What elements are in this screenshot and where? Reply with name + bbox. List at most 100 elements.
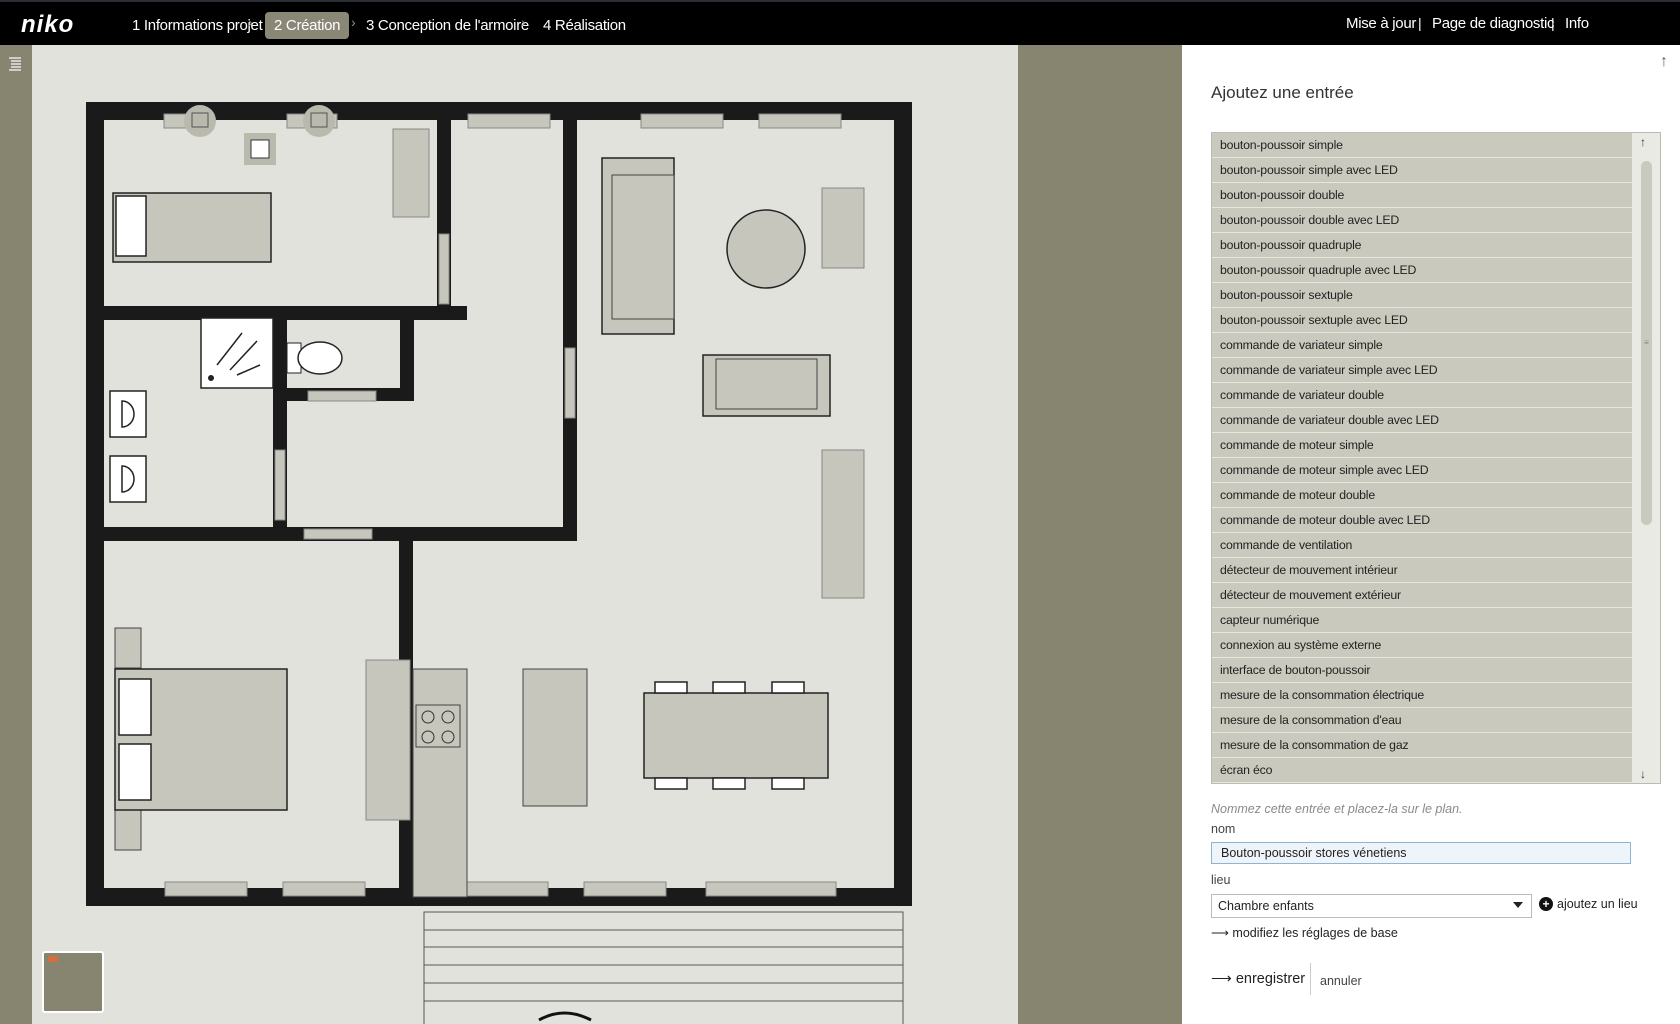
list-item[interactable]: bouton-poussoir quadruple <box>1212 233 1633 258</box>
list-item[interactable]: détecteur de mouvement extérieur <box>1212 583 1633 608</box>
add-place-button[interactable]: + ajoutez un lieu <box>1539 897 1638 911</box>
device-marker <box>250 139 270 159</box>
arrow-up-icon[interactable]: ↑ <box>1660 53 1668 71</box>
list-item[interactable]: bouton-poussoir double <box>1212 183 1633 208</box>
list-item[interactable]: commande de moteur double <box>1212 483 1633 508</box>
round-table <box>726 209 806 289</box>
step-creation[interactable]: 2 Création <box>265 12 350 39</box>
divider <box>1310 963 1311 995</box>
cooktop <box>415 704 461 748</box>
list-menu-icon[interactable] <box>7 55 23 71</box>
list-item[interactable]: mesure de la consommation d'eau <box>1212 708 1633 733</box>
panel-title: Ajoutez une entrée <box>1211 83 1354 102</box>
wardrobe <box>392 128 430 218</box>
kitchen-island <box>522 668 588 807</box>
step-realisation[interactable]: 4 Réalisation <box>534 12 635 39</box>
floor-plan-canvas[interactable] <box>32 45 1018 1024</box>
window <box>821 449 865 599</box>
scroll-down-icon[interactable]: ↓ <box>1640 767 1646 781</box>
place-select[interactable]: Chambre enfants <box>1211 894 1532 918</box>
chevron-right-icon: › <box>248 14 253 30</box>
wardrobe <box>365 659 411 821</box>
dining-table <box>643 692 829 779</box>
window <box>583 881 667 897</box>
caret-down-icon <box>1513 902 1523 908</box>
list-item[interactable]: écran éco <box>1212 758 1633 783</box>
counter <box>412 668 468 898</box>
list-item[interactable]: commande de ventilation <box>1212 533 1633 558</box>
nightstand <box>114 627 142 669</box>
left-toolbar <box>0 45 32 1024</box>
door <box>564 347 576 419</box>
add-place-label: ajoutez un lieu <box>1557 897 1638 911</box>
blind-icon <box>184 105 216 137</box>
chevron-right-icon: › <box>521 14 526 30</box>
floor-plan[interactable] <box>32 45 1018 1024</box>
info-link[interactable]: Info <box>1565 15 1589 32</box>
blind-icon <box>303 105 335 137</box>
list-item[interactable]: bouton-poussoir sextuple avec LED <box>1212 308 1633 333</box>
add-input-panel: ↑ Ajoutez une entrée bouton-poussoir sim… <box>1182 45 1680 1024</box>
sofa-seat <box>611 174 675 320</box>
list-item[interactable]: commande de variateur double avec LED <box>1212 408 1633 433</box>
pillow <box>115 195 147 257</box>
list-item[interactable]: bouton-poussoir double avec LED <box>1212 208 1633 233</box>
window <box>465 881 549 897</box>
separator: | <box>1418 15 1422 31</box>
window <box>705 881 837 897</box>
place-label: lieu <box>1211 873 1231 887</box>
interior-wall <box>563 111 577 541</box>
input-type-list[interactable]: bouton-poussoir simple bouton-poussoir si… <box>1211 132 1661 784</box>
plus-circle-icon: + <box>1539 897 1553 911</box>
name-input[interactable] <box>1211 842 1631 864</box>
window <box>758 113 842 129</box>
list-item[interactable]: commande de variateur double <box>1212 383 1633 408</box>
list-item[interactable]: connexion au système externe <box>1212 633 1633 658</box>
list-item[interactable]: bouton-poussoir quadruple avec LED <box>1212 258 1633 283</box>
step-conception-armoire[interactable]: 3 Conception de l'armoire <box>357 12 538 39</box>
terrace <box>423 911 904 1024</box>
door <box>307 390 377 402</box>
list-item[interactable]: commande de moteur simple <box>1212 433 1633 458</box>
list-item[interactable]: bouton-poussoir simple avec LED <box>1212 158 1633 183</box>
toilet-bowl <box>297 341 343 375</box>
grip-icon: ≡ <box>1644 338 1649 347</box>
niko-logo: niko <box>21 11 75 38</box>
top-bar: niko 1 Informations projet › 2 Création … <box>0 0 1680 45</box>
nightstand <box>114 809 142 851</box>
list-item[interactable]: commande de moteur simple avec LED <box>1212 458 1633 483</box>
list-item[interactable]: bouton-poussoir sextuple <box>1212 283 1633 308</box>
save-label: enregistrer <box>1235 971 1306 987</box>
pillow <box>118 678 152 736</box>
cancel-button[interactable]: annuler <box>1320 974 1362 988</box>
interior-wall <box>400 320 414 392</box>
minimap[interactable] <box>42 951 104 1013</box>
hint-text: Nommez cette entrée et placez-la sur le … <box>1211 802 1463 816</box>
separator: | <box>1551 15 1555 31</box>
scroll-up-icon[interactable]: ↑ <box>1640 135 1646 149</box>
diagnostic-link[interactable]: Page de diagnostic <box>1432 15 1555 32</box>
list-item[interactable]: interface de bouton-poussoir <box>1212 658 1633 683</box>
arrow-right-icon: ⟶ <box>1211 926 1233 940</box>
list-item[interactable]: capteur numérique <box>1212 608 1633 633</box>
chevron-right-icon: › <box>351 14 356 30</box>
place-select-value: Chambre enfants <box>1218 899 1314 913</box>
name-label: nom <box>1211 822 1236 836</box>
list-item[interactable]: commande de variateur simple <box>1212 333 1633 358</box>
list-item[interactable]: mesure de la consommation électrique <box>1212 683 1633 708</box>
canvas-margin <box>1018 45 1182 1024</box>
save-button[interactable]: ⟶ enregistrer <box>1211 971 1305 987</box>
list-item[interactable]: commande de variateur simple avec LED <box>1212 358 1633 383</box>
minimap-marker <box>48 956 58 962</box>
base-settings-link[interactable]: ⟶ modifiez les réglages de base <box>1211 925 1398 940</box>
list-item[interactable]: commande de moteur double avec LED <box>1212 508 1633 533</box>
window <box>821 187 865 269</box>
pillow <box>118 743 152 801</box>
list-item[interactable]: détecteur de mouvement intérieur <box>1212 558 1633 583</box>
list-item[interactable]: mesure de la consommation de gaz <box>1212 733 1633 758</box>
list-scrollbar[interactable]: ↑ ≡ ↓ <box>1632 133 1660 783</box>
door <box>274 449 286 521</box>
update-link[interactable]: Mise à jour <box>1346 15 1416 32</box>
interior-wall <box>95 306 467 320</box>
list-item[interactable]: bouton-poussoir simple <box>1212 133 1633 158</box>
